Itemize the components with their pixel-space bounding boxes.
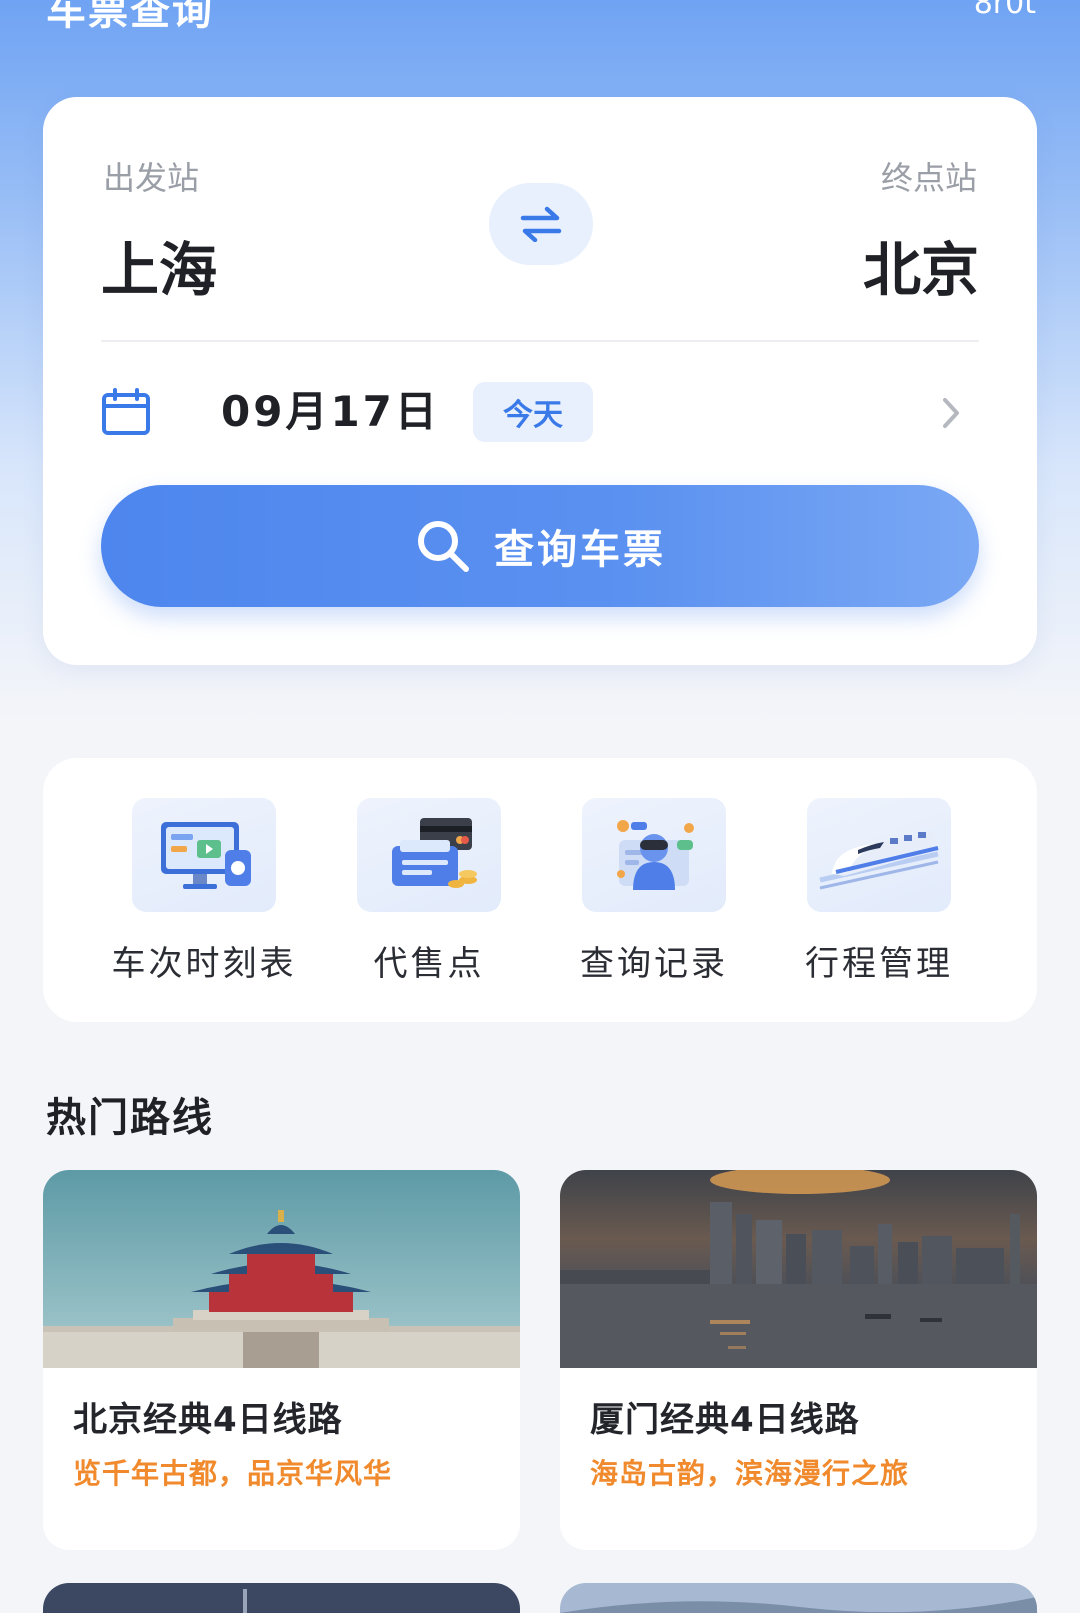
- swap-arrows-icon: [520, 206, 562, 242]
- search-tickets-label: 查询车票: [494, 527, 666, 573]
- query-history-icon: [582, 798, 726, 912]
- arrival-station-label: 终点站: [880, 159, 977, 197]
- swap-stations-button[interactable]: [489, 183, 593, 265]
- route-card-xiamen[interactable]: 厦门经典4日线路 海岛古韵，滨海漫行之旅: [560, 1170, 1037, 1550]
- hot-routes-title: 热门路线: [46, 1095, 214, 1141]
- temple-of-heaven-image: [43, 1170, 520, 1368]
- route-title: 北京经典4日线路: [73, 1400, 343, 1440]
- quick-action-label: 车次时刻表: [111, 944, 297, 984]
- chevron-right-icon: [943, 398, 959, 428]
- departure-station-label: 出发站: [103, 159, 200, 197]
- quick-actions-card: 车次时刻表 代售点 查询记录 行程管理: [43, 758, 1037, 1022]
- divider: [101, 340, 979, 342]
- route-card-partial[interactable]: [43, 1583, 520, 1613]
- arrival-station[interactable]: 北京: [863, 223, 979, 307]
- ticket-search-card: 出发站 终点站 上海 北京 09月17日 今天 查询车票: [43, 97, 1037, 665]
- route-subtitle: 览千年古都，品京华风华: [73, 1457, 393, 1490]
- today-badge: 今天: [473, 382, 593, 442]
- page-title: 车票查询: [46, 0, 214, 34]
- quick-action-label: 代售点: [373, 944, 485, 984]
- quick-action-label: 行程管理: [805, 944, 953, 984]
- route-card-beijing[interactable]: 北京经典4日线路 览千年古都，品京华风华: [43, 1170, 520, 1550]
- route-image-partial: [43, 1583, 520, 1613]
- ticket-agency-icon: [357, 798, 501, 912]
- travel-date: 09月17日: [221, 387, 440, 436]
- header-right-text: 8r0t: [973, 0, 1036, 21]
- route-title: 厦门经典4日线路: [590, 1400, 860, 1440]
- quick-action-timetable[interactable]: 车次时刻表: [89, 798, 319, 985]
- calendar-icon: [102, 388, 150, 435]
- quick-action-trip-management[interactable]: 行程管理: [764, 798, 994, 985]
- date-selector[interactable]: 09月17日 今天: [101, 382, 967, 442]
- quick-action-ticket-agency[interactable]: 代售点: [314, 798, 544, 985]
- quick-action-label: 查询记录: [580, 944, 728, 984]
- route-subtitle: 海岛古韵，滨海漫行之旅: [590, 1457, 910, 1490]
- route-card-partial[interactable]: [560, 1583, 1037, 1613]
- timetable-icon: [132, 798, 276, 912]
- quick-action-query-history[interactable]: 查询记录: [539, 798, 769, 985]
- search-tickets-button[interactable]: 查询车票: [101, 485, 979, 607]
- departure-station[interactable]: 上海: [101, 223, 217, 307]
- search-icon: [418, 521, 469, 572]
- xiamen-skyline-image: [560, 1170, 1037, 1368]
- trip-management-icon: [807, 798, 951, 912]
- route-image-partial: [560, 1583, 1037, 1613]
